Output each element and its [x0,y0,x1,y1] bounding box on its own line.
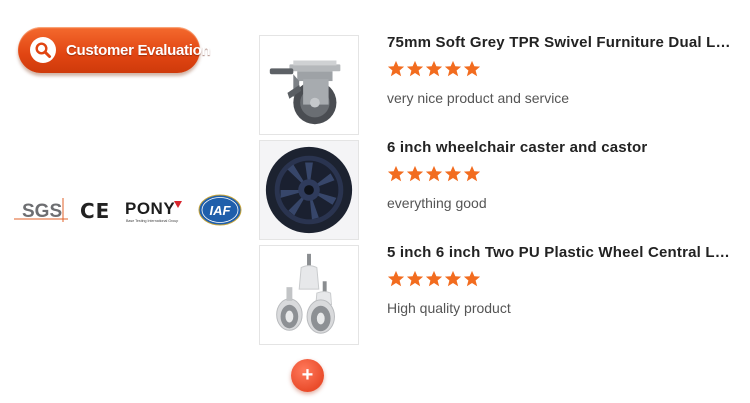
star-rating [387,60,732,80]
star-icon [425,270,443,287]
wheelchair-caster-image [260,141,358,239]
review-product-title[interactable]: 5 inch 6 inch Two PU Plastic Wheel Centr… [387,244,732,261]
star-icon [444,60,462,77]
central-locking-caster-image [260,246,358,344]
star-icon [444,165,462,182]
star-icon [463,270,481,287]
add-more-button[interactable]: + [291,359,324,392]
star-icon [425,165,443,182]
review-item: 6 inch wheelchair caster and castor ever… [387,139,732,211]
search-icon [30,37,56,63]
review-comment: very nice product and service [387,90,570,106]
customer-evaluation-button[interactable]: Customer Evaluation [18,27,211,73]
star-icon [463,165,481,182]
star-rating [387,165,732,185]
pony-logo: PONY Base Testing International Group [124,195,198,225]
star-icon [463,60,481,77]
iaf-logo-text: IAF [210,203,232,218]
swivel-caster-image [260,36,358,134]
certification-logos: SGS CE PONY Base Testing International G… [14,192,244,228]
customer-evaluation-label: Customer Evaluation [66,41,211,59]
sgs-logo-text: SGS [22,201,62,222]
review-comment: High quality product [387,300,511,316]
star-rating [387,270,732,290]
customer-evaluation-section: Customer Evaluation SGS CE PONY Base Tes… [0,0,750,403]
pony-logo-text: PONY [125,199,175,218]
star-icon [425,60,443,77]
star-icon [387,270,405,287]
star-icon [387,60,405,77]
pony-tagline: Base Testing International Group [126,219,178,223]
product-thumbnail-central-locking-caster[interactable] [259,245,359,345]
star-icon [406,270,424,287]
star-icon [387,165,405,182]
star-icon [444,270,462,287]
sgs-logo: SGS [14,198,68,222]
ce-logo: CE [80,199,111,223]
review-product-title[interactable]: 6 inch wheelchair caster and castor [387,139,732,156]
review-item: 5 inch 6 inch Two PU Plastic Wheel Centr… [387,244,732,316]
product-thumbnail-swivel-caster[interactable] [259,35,359,135]
iaf-logo: IAF [198,194,242,226]
product-thumbnail-wheelchair-caster[interactable] [259,140,359,240]
review-comment: everything good [387,195,487,211]
star-icon [406,165,424,182]
review-item: 75mm Soft Grey TPR Swivel Furniture Dual… [387,34,732,106]
star-icon [406,60,424,77]
review-product-title[interactable]: 75mm Soft Grey TPR Swivel Furniture Dual… [387,34,732,51]
plus-icon: + [301,363,314,386]
